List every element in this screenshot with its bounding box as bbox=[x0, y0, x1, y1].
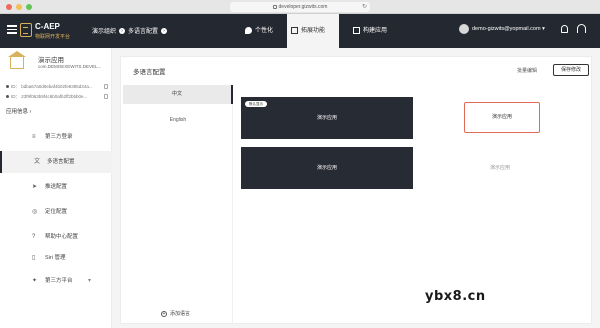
language-item-en[interactable]: English bbox=[123, 111, 233, 130]
translate-icon: 文 bbox=[34, 159, 41, 165]
save-button[interactable]: 保存修改 bbox=[553, 64, 589, 76]
chevron-right-icon: › bbox=[119, 28, 126, 35]
tab-build[interactable]: 构建应用 bbox=[349, 14, 397, 48]
help-icon: ? bbox=[32, 234, 36, 240]
breadcrumb: 演示组织 › 多语言配置 › bbox=[92, 26, 170, 35]
maximize-window-icon[interactable] bbox=[26, 4, 32, 10]
app-secret-row: ID： 23f9f063b9f4c6b0afb2ff2b5b0e... bbox=[6, 94, 87, 100]
app-name: 演示应用 bbox=[38, 57, 64, 64]
sidebar-item-label: Siri 管理 bbox=[45, 255, 66, 261]
copy-icon[interactable] bbox=[104, 94, 108, 99]
brand-subtitle: 物联网开发平台 bbox=[35, 34, 71, 40]
preview-card[interactable]: 默认显示 演示应用 bbox=[241, 97, 413, 139]
sidebar-item-label: 第三方平台 bbox=[45, 278, 73, 284]
language-item-zh[interactable]: 中文 bbox=[123, 85, 233, 104]
close-window-icon[interactable] bbox=[6, 4, 12, 10]
send-icon: ➤ bbox=[32, 184, 38, 190]
grid-icon bbox=[291, 27, 298, 34]
card-label: 演示应用 bbox=[316, 165, 337, 171]
sidebar-item-third-party-platform[interactable]: ✦ 第三方平台 ▾ bbox=[0, 270, 112, 292]
app-header: C-AEP 物联网开发平台 演示组织 › 多语言配置 › 个性化 拓展功能 构建应用 … bbox=[0, 14, 600, 48]
sidebar-item-third-party-login[interactable]: ≡ 第三方登录 bbox=[0, 126, 112, 148]
sidebar-item-label: 帮助中心配置 bbox=[45, 234, 79, 240]
sidebar-item-location[interactable]: ◎ 定位配置 bbox=[0, 201, 112, 223]
preview-card-selected[interactable]: 演示应用 bbox=[464, 102, 540, 133]
watermark: ybx8.cn bbox=[425, 289, 486, 304]
box-icon bbox=[353, 27, 360, 34]
user-menu[interactable]: demo-gizwits@yopmail.com ▾ bbox=[472, 24, 545, 34]
app-info-link[interactable]: 应用信息 › bbox=[6, 107, 31, 115]
location-icon: ◎ bbox=[32, 209, 38, 215]
minimize-window-icon[interactable] bbox=[16, 4, 22, 10]
tab-personalize[interactable]: 个性化 bbox=[241, 14, 285, 48]
tab-label: 个性化 bbox=[255, 28, 274, 34]
brand-title: C-AEP bbox=[35, 22, 60, 31]
bullet-icon bbox=[6, 95, 9, 99]
address-bar[interactable]: developer.gizwits.com bbox=[230, 2, 370, 12]
add-language-button[interactable]: + 添加语言 bbox=[161, 310, 190, 317]
list-icon: ≡ bbox=[32, 134, 36, 140]
phone-icon: ▯ bbox=[32, 255, 36, 261]
multilanguage-panel: 多语言配置 批量编辑 保存修改 中文 English 默认显示 演示应用 演示应… bbox=[120, 56, 592, 324]
lock-icon bbox=[272, 4, 277, 9]
puzzle-icon: ✦ bbox=[32, 278, 38, 284]
preview-card[interactable]: 演示应用 bbox=[414, 147, 586, 189]
chevron-down-icon: ▾ bbox=[88, 278, 92, 284]
bell-icon[interactable] bbox=[561, 25, 568, 33]
sidebar-item-help-center[interactable]: ? 帮助中心配置 bbox=[0, 226, 112, 248]
bullet-icon bbox=[6, 85, 9, 89]
app-secret: ID： 23f9f063b9f4c6b0afb2ff2b5b0e... bbox=[11, 94, 88, 99]
reload-icon[interactable]: ↻ bbox=[362, 3, 367, 10]
breadcrumb-org[interactable]: 演示组织 bbox=[92, 29, 116, 35]
headset-icon[interactable] bbox=[577, 24, 586, 33]
sidebar-item-label: 多语言配置 bbox=[47, 159, 75, 165]
user-email: demo-gizwits@yopmail.com bbox=[472, 26, 541, 32]
breadcrumb-app[interactable]: 多语言配置 bbox=[128, 29, 158, 35]
preview-card[interactable]: 演示应用 bbox=[241, 147, 413, 189]
tab-label: 构建应用 bbox=[363, 28, 388, 34]
sidebar-item-siri[interactable]: ▯ Siri 管理 bbox=[0, 247, 112, 269]
language-list: 中文 English bbox=[123, 85, 233, 323]
default-badge: 默认显示 bbox=[245, 101, 267, 107]
app-home-icon bbox=[8, 51, 26, 69]
caret-down-icon: ▾ bbox=[542, 26, 545, 32]
sidebar-item-multilanguage[interactable]: 文多语言配置 bbox=[0, 151, 112, 173]
app-id: com.DEMOEXEWITS.DEVEL... bbox=[38, 64, 102, 69]
chevron-right-icon: › bbox=[161, 28, 168, 35]
url-text: developer.gizwits.com bbox=[278, 4, 328, 10]
add-language-label: 添加语言 bbox=[170, 311, 191, 317]
page-title: 多语言配置 bbox=[133, 69, 166, 76]
sidebar-item-push[interactable]: ➤ 推送配置 bbox=[0, 176, 112, 198]
card-label: 演示应用 bbox=[491, 114, 512, 120]
tab-label: 拓展功能 bbox=[301, 28, 326, 34]
app-key: ID： bdba67a0d0ebaf4b02fe8385d34a... bbox=[11, 84, 93, 89]
avatar[interactable] bbox=[459, 24, 469, 34]
logo-icon bbox=[20, 23, 32, 37]
menu-icon[interactable] bbox=[7, 25, 17, 36]
tab-extensions[interactable]: 拓展功能 bbox=[287, 14, 339, 48]
main-content: 多语言配置 批量编辑 保存修改 中文 English 默认显示 演示应用 演示应… bbox=[112, 48, 600, 328]
sidebar-item-label: 第三方登录 bbox=[45, 134, 73, 140]
palette-icon bbox=[245, 27, 252, 34]
app-info-label: 应用信息 bbox=[6, 109, 29, 115]
chevron-right-icon: › bbox=[29, 109, 32, 115]
card-label: 演示应用 bbox=[316, 115, 337, 121]
sidebar-item-label: 推送配置 bbox=[45, 184, 68, 190]
card-label: 演示应用 bbox=[489, 165, 510, 171]
batch-edit-button[interactable]: 批量编辑 bbox=[517, 67, 537, 74]
sidebar-item-label: 定位配置 bbox=[45, 209, 68, 215]
sidebar: 演示应用 com.DEMOEXEWITS.DEVEL... ID： bdba67… bbox=[0, 48, 112, 328]
app-key-row: ID： bdba67a0d0ebaf4b02fe8385d34a... bbox=[6, 84, 93, 90]
browser-chrome: developer.gizwits.com ↻ bbox=[0, 0, 600, 14]
plus-icon: + bbox=[161, 310, 167, 317]
copy-icon[interactable] bbox=[104, 84, 108, 89]
window-controls[interactable] bbox=[6, 4, 32, 10]
